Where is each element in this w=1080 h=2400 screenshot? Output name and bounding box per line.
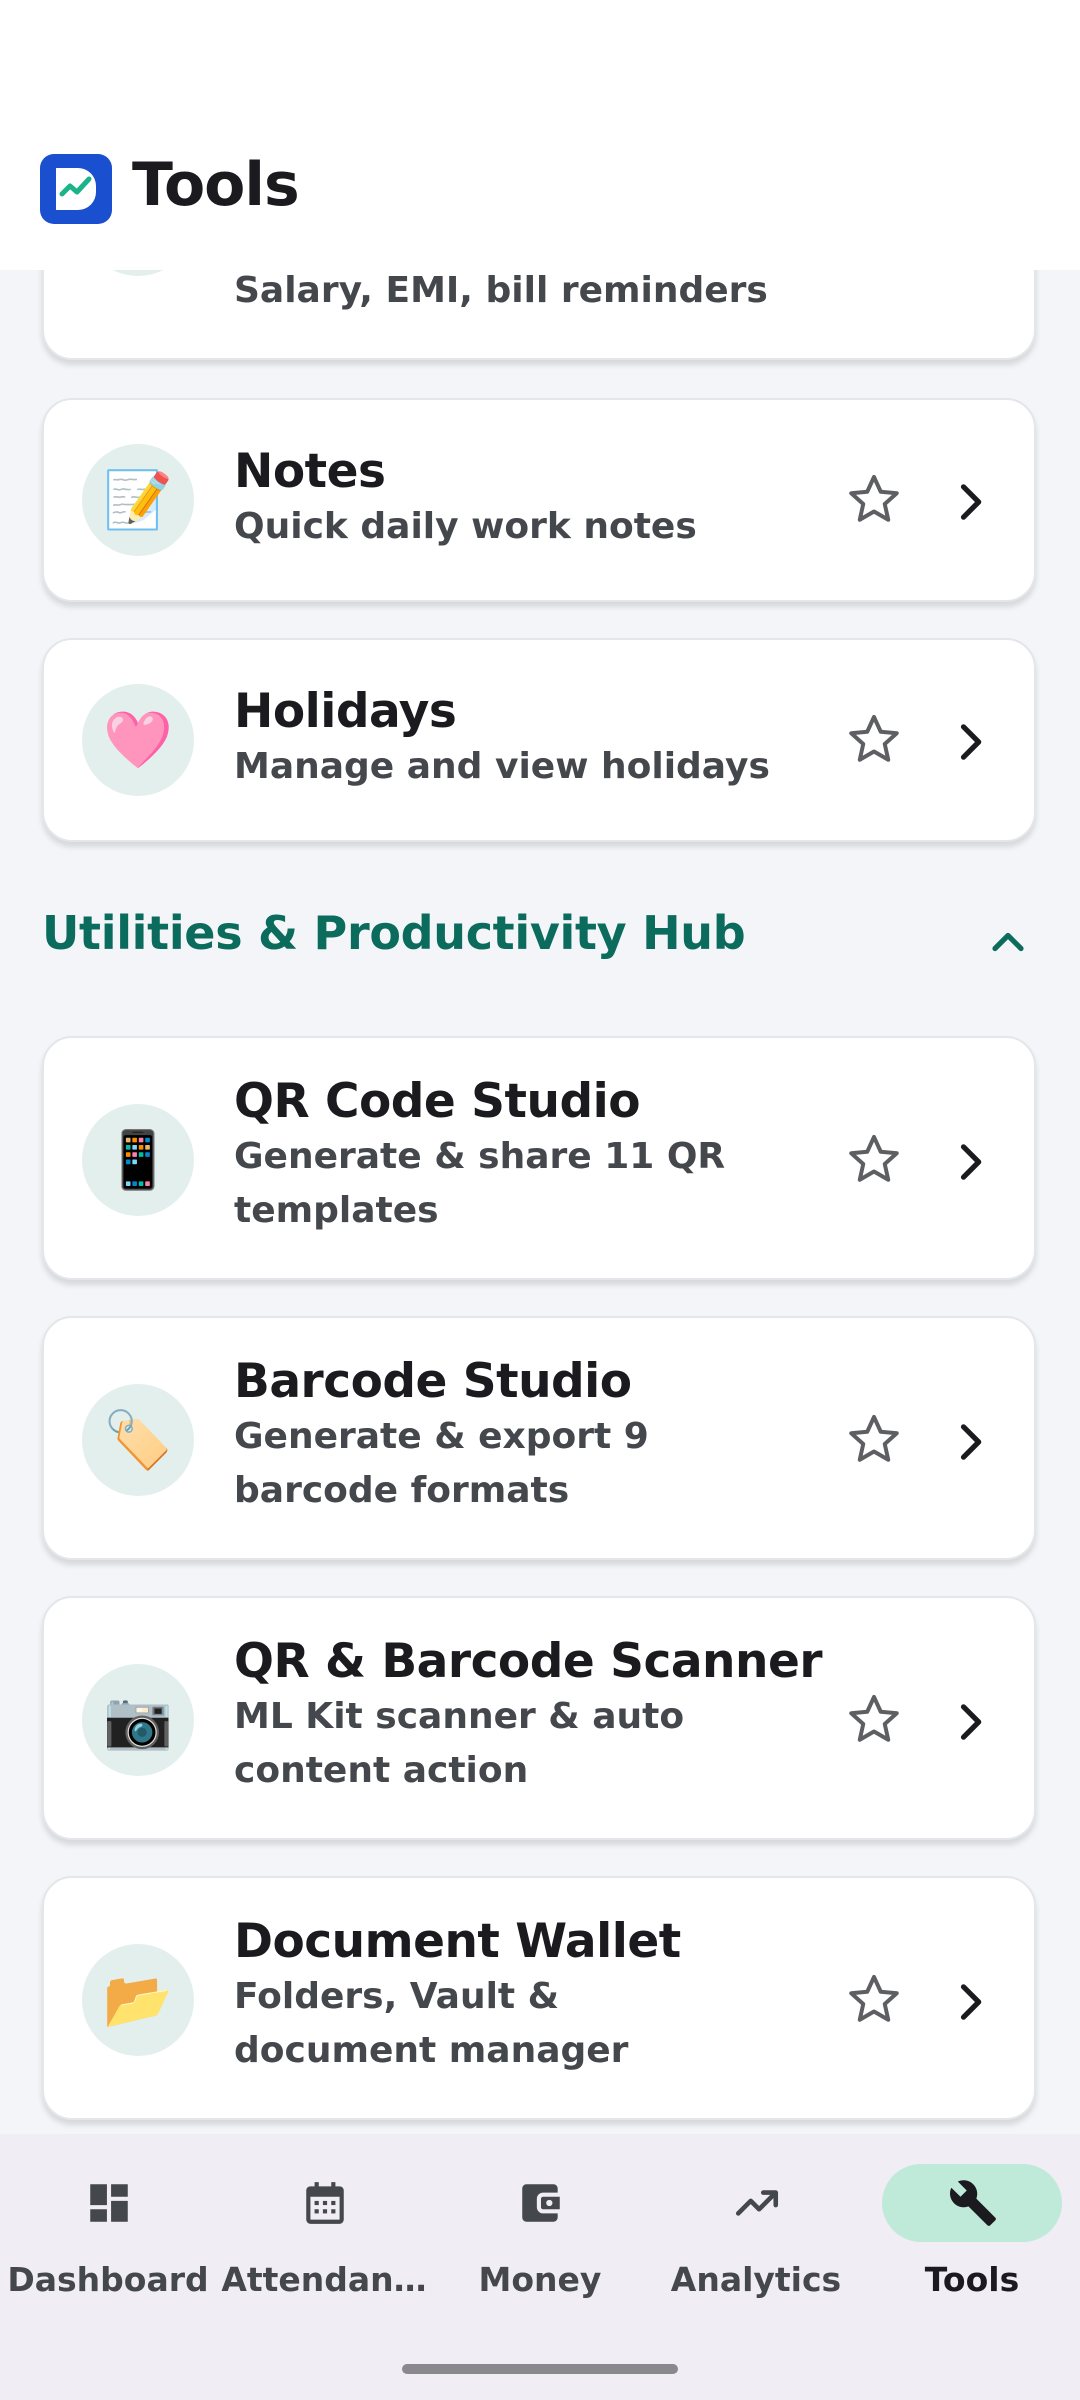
barcode-studio-card[interactable]: 🏷️ Barcode Studio Generate & export 9 ba… — [42, 1316, 1036, 1560]
chevron-right-icon[interactable] — [944, 1976, 996, 2028]
heart-icon: 🩷 — [82, 684, 194, 796]
tools-list: 🔔 Salary, EMI, bill reminders 📝 Notes Qu… — [0, 0, 1080, 2132]
card-subtitle: Manage and view holidays — [234, 746, 770, 787]
nav-label: Dashboard — [7, 2260, 209, 2299]
card-title: QR & Barcode Scanner — [234, 1634, 823, 1689]
card-title: QR Code Studio — [234, 1074, 641, 1129]
card-subtitle: Salary, EMI, bill reminders — [234, 270, 768, 311]
home-indicator[interactable] — [402, 2364, 678, 2374]
card-title: Barcode Studio — [234, 1354, 632, 1409]
card-title: Notes — [234, 444, 386, 499]
wallet-icon — [522, 2184, 560, 2222]
chevron-up-icon[interactable] — [982, 916, 1034, 968]
notes-card[interactable]: 📝 Notes Quick daily work notes — [42, 398, 1036, 602]
nav-item-money[interactable]: Money — [432, 2164, 648, 2304]
nav-label: Attendan… — [221, 2260, 427, 2299]
chevron-right-icon[interactable] — [944, 1696, 996, 1748]
card-subtitle: Folders, Vault & document manager — [234, 1976, 629, 2071]
dashboard-icon — [90, 2184, 128, 2222]
chevron-right-icon[interactable] — [944, 716, 996, 768]
bottom-navigation: Dashboard Attendan… Money Analytics Tool… — [0, 2134, 1080, 2400]
card-subtitle: Generate & export 9 barcode formats — [234, 1416, 649, 1511]
calendar-icon — [306, 2182, 344, 2224]
nav-item-analytics[interactable]: Analytics — [648, 2164, 864, 2304]
favorite-star-icon[interactable] — [844, 710, 904, 770]
card-subtitle: Quick daily work notes — [234, 506, 697, 547]
qr-code-studio-card[interactable]: 📱 QR Code Studio Generate & share 11 QR … — [42, 1036, 1036, 1280]
favorite-star-icon[interactable] — [844, 1690, 904, 1750]
camera-icon: 📷 — [82, 1664, 194, 1776]
favorite-star-icon[interactable] — [844, 1410, 904, 1470]
document-wallet-card[interactable]: 📂 Document Wallet Folders, Vault & docum… — [42, 1876, 1036, 2120]
nav-label: Analytics — [670, 2260, 842, 2299]
nav-label: Tools — [924, 2260, 1020, 2299]
wrench-icon — [949, 2180, 996, 2226]
mobile-phone-icon: 📱 — [82, 1104, 194, 1216]
app-logo-icon — [40, 154, 112, 224]
favorite-star-icon[interactable] — [844, 1970, 904, 2030]
nav-label: Money — [478, 2260, 602, 2299]
folder-icon: 📂 — [82, 1944, 194, 2056]
card-title: Holidays — [234, 684, 457, 739]
card-title: Document Wallet — [234, 1914, 681, 1969]
tag-icon: 🏷️ — [82, 1384, 194, 1496]
qr-barcode-scanner-card[interactable]: 📷 QR & Barcode Scanner ML Kit scanner & … — [42, 1596, 1036, 1840]
favorite-star-icon[interactable] — [844, 470, 904, 530]
chevron-right-icon[interactable] — [944, 1136, 996, 1188]
chevron-right-icon[interactable] — [944, 1416, 996, 1468]
favorite-star-icon[interactable] — [844, 1130, 904, 1190]
card-subtitle: ML Kit scanner & auto content action — [234, 1696, 685, 1791]
nav-item-tools[interactable]: Tools — [864, 2164, 1080, 2304]
app-header: Tools — [0, 0, 1080, 270]
chevron-right-icon[interactable] — [944, 476, 996, 528]
section-title: Utilities & Productivity Hub — [42, 906, 746, 960]
page-title: Tools — [132, 150, 300, 220]
holidays-card[interactable]: 🩷 Holidays Manage and view holidays — [42, 638, 1036, 842]
nav-item-dashboard[interactable]: Dashboard — [0, 2164, 216, 2304]
nav-item-attendance[interactable]: Attendan… — [216, 2164, 432, 2304]
card-subtitle: Generate & share 11 QR templates — [234, 1136, 726, 1231]
memo-icon: 📝 — [82, 444, 194, 556]
trending-up-icon — [735, 2190, 779, 2216]
